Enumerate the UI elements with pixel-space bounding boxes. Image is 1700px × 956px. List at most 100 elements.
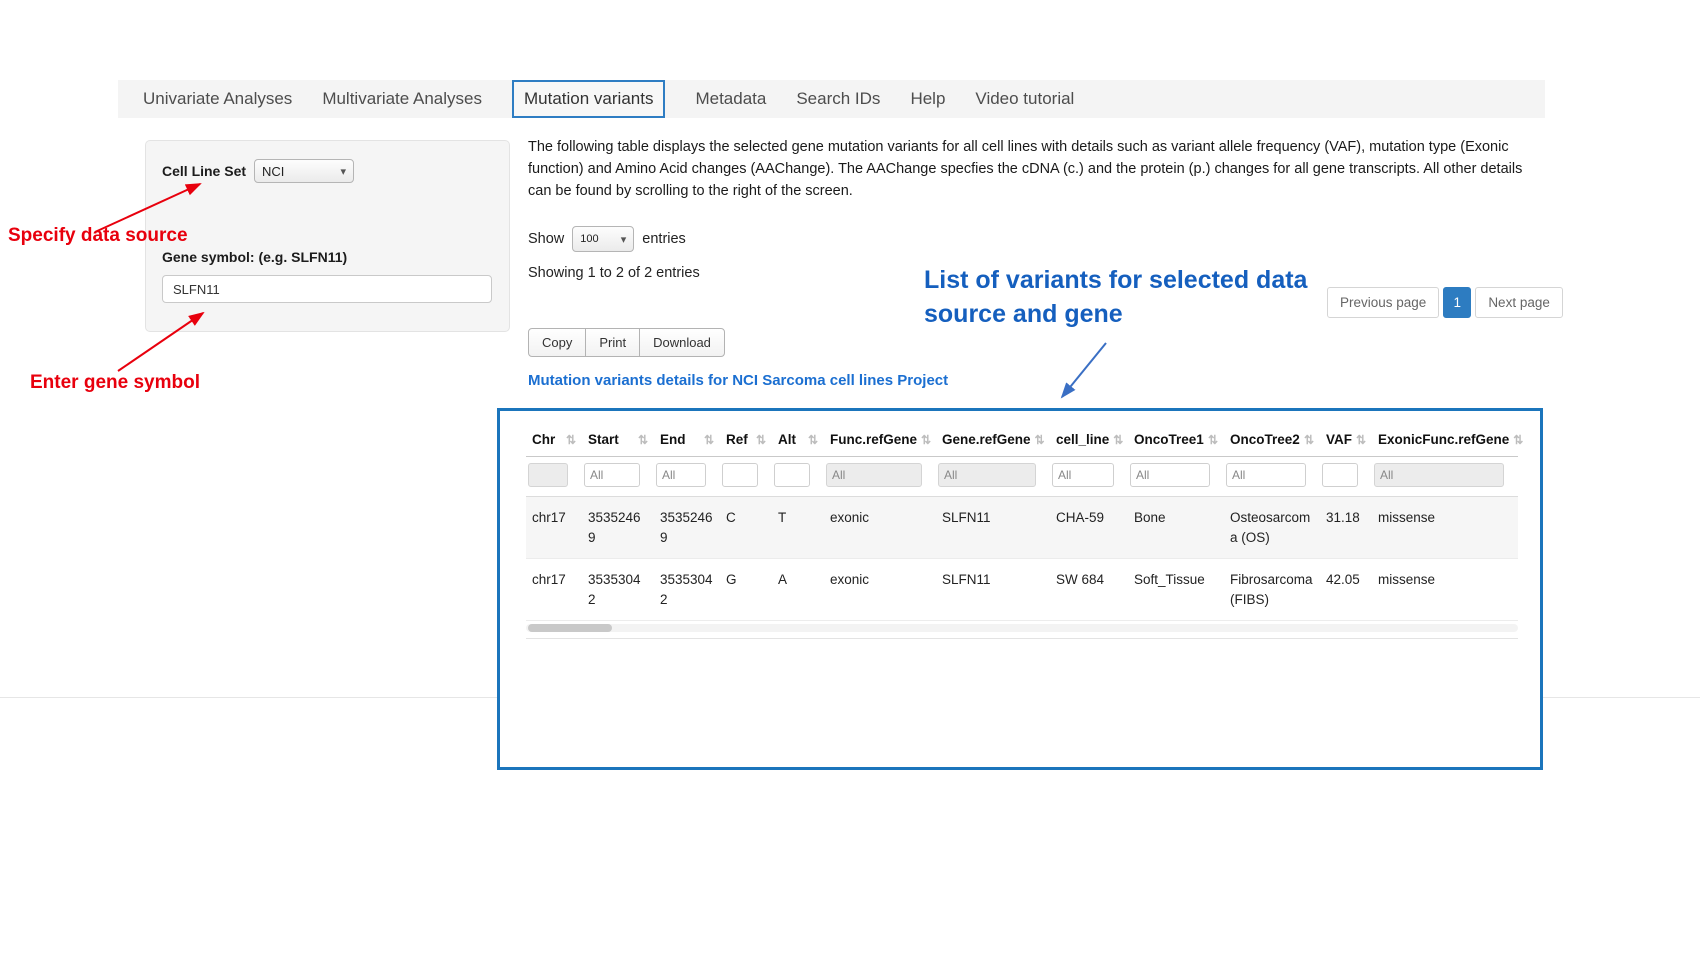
- table-cell: SLFN11: [936, 497, 1050, 559]
- column-header-oncotree1[interactable]: OncoTree1⇅: [1128, 423, 1224, 457]
- sort-icon[interactable]: ⇅: [1304, 433, 1314, 447]
- variants-table-container: Chr⇅Start⇅End⇅Ref⇅Alt⇅Func.refGene⇅Gene.…: [497, 408, 1543, 770]
- chevron-down-icon: ▾: [341, 165, 347, 178]
- table-cell: Fibrosarcoma (FIBS): [1224, 559, 1320, 621]
- column-header-cell-line[interactable]: cell_line⇅: [1050, 423, 1128, 457]
- sort-icon[interactable]: ⇅: [1356, 433, 1366, 447]
- show-label: Show: [528, 231, 564, 247]
- column-filter-start[interactable]: [584, 463, 640, 487]
- gene-symbol-input[interactable]: [162, 275, 492, 303]
- column-filter-chr[interactable]: [528, 463, 568, 487]
- tab-video-tutorial[interactable]: Video tutorial: [975, 89, 1074, 109]
- filter-cell: [1372, 457, 1518, 497]
- next-page-button[interactable]: Next page: [1475, 287, 1563, 318]
- cell-line-set-select[interactable]: NCI ▾: [254, 159, 354, 183]
- column-filter-oncotree2[interactable]: [1226, 463, 1306, 487]
- column-header-oncotree2[interactable]: OncoTree2 ⇅: [1224, 423, 1320, 457]
- current-page-button[interactable]: 1: [1443, 287, 1471, 318]
- sort-icon[interactable]: ⇅: [1513, 433, 1523, 447]
- column-filter-ref[interactable]: [722, 463, 758, 487]
- filter-cell: [654, 457, 720, 497]
- tab-univariate-analyses[interactable]: Univariate Analyses: [143, 89, 292, 109]
- sort-icon[interactable]: ⇅: [638, 433, 648, 447]
- column-header-end[interactable]: End⇅: [654, 423, 720, 457]
- scrollbar-thumb[interactable]: [528, 624, 612, 632]
- sort-icon[interactable]: ⇅: [1035, 433, 1045, 447]
- sort-icon[interactable]: ⇅: [1208, 433, 1218, 447]
- gene-symbol-label: Gene symbol: (e.g. SLFN11): [162, 249, 493, 265]
- column-label: OncoTree2: [1230, 432, 1300, 447]
- input-panel: Cell Line Set NCI ▾ Gene symbol: (e.g. S…: [145, 140, 510, 332]
- table-cell: Osteosarcoma (OS): [1224, 497, 1320, 559]
- sort-icon[interactable]: ⇅: [921, 433, 931, 447]
- sort-icon[interactable]: ⇅: [566, 433, 576, 447]
- column-header-ref[interactable]: Ref⇅: [720, 423, 772, 457]
- copy-button[interactable]: Copy: [528, 328, 586, 357]
- column-header-func-refgene[interactable]: Func.refGene ⇅: [824, 423, 936, 457]
- tab-mutation-variants[interactable]: Mutation variants: [512, 80, 665, 118]
- column-filter-end[interactable]: [656, 463, 706, 487]
- table-cell: 42.05: [1320, 559, 1372, 621]
- variants-table: Chr⇅Start⇅End⇅Ref⇅Alt⇅Func.refGene⇅Gene.…: [526, 423, 1518, 621]
- pagination: Previous page 1 Next page: [1327, 287, 1563, 318]
- filter-cell: [720, 457, 772, 497]
- column-header-start[interactable]: Start ⇅: [582, 423, 654, 457]
- column-label: Gene.refGene: [942, 432, 1031, 447]
- tab-search-ids[interactable]: Search IDs: [796, 89, 880, 109]
- filter-cell: [824, 457, 936, 497]
- export-button-group: Copy Print Download: [528, 328, 725, 357]
- table-cell: 35353042: [582, 559, 654, 621]
- table-row[interactable]: chr173535304235353042GAexonicSLFN11SW 68…: [526, 559, 1518, 621]
- table-cell: missense: [1372, 559, 1518, 621]
- column-label: VAF: [1326, 432, 1352, 447]
- column-label: Alt: [778, 432, 796, 447]
- previous-page-button[interactable]: Previous page: [1327, 287, 1439, 318]
- column-filter-vaf[interactable]: [1322, 463, 1358, 487]
- filter-cell: [1050, 457, 1128, 497]
- tab-help[interactable]: Help: [910, 89, 945, 109]
- table-cell: 35352469: [654, 497, 720, 559]
- tab-metadata[interactable]: Metadata: [695, 89, 766, 109]
- column-header-exonicfunc-refgene[interactable]: ExonicFunc.refGene⇅: [1372, 423, 1518, 457]
- filter-cell: [772, 457, 824, 497]
- table-cell: exonic: [824, 559, 936, 621]
- entries-label: entries: [642, 231, 686, 247]
- column-header-gene-refgene[interactable]: Gene.refGene ⇅: [936, 423, 1050, 457]
- column-filter-alt[interactable]: [774, 463, 810, 487]
- column-label: Start: [588, 432, 619, 447]
- column-filter-cell-line[interactable]: [1052, 463, 1114, 487]
- table-cell: SW 684: [1050, 559, 1128, 621]
- sort-icon[interactable]: ⇅: [756, 433, 766, 447]
- entries-value: 100: [580, 233, 598, 245]
- table-cell: T: [772, 497, 824, 559]
- table-caption: Mutation variants details for NCI Sarcom…: [528, 372, 948, 389]
- column-header-chr[interactable]: Chr⇅: [526, 423, 582, 457]
- table-description: The following table displays the selecte…: [528, 137, 1528, 202]
- table-cell: exonic: [824, 497, 936, 559]
- table-cell: G: [720, 559, 772, 621]
- table-row[interactable]: chr173535246935352469CTexonicSLFN11CHA-5…: [526, 497, 1518, 559]
- column-filter-oncotree1[interactable]: [1130, 463, 1210, 487]
- column-filter-func-refgene[interactable]: [826, 463, 922, 487]
- table-cell: missense: [1372, 497, 1518, 559]
- column-filter-exonicfunc-refgene[interactable]: [1374, 463, 1504, 487]
- print-button[interactable]: Print: [585, 328, 640, 357]
- column-header-alt[interactable]: Alt ⇅: [772, 423, 824, 457]
- filter-cell: [1128, 457, 1224, 497]
- show-entries-control: Show 100 ▾ entries: [528, 226, 686, 252]
- tab-multivariate-analyses[interactable]: Multivariate Analyses: [322, 89, 482, 109]
- sort-icon[interactable]: ⇅: [704, 433, 714, 447]
- column-label: Func.refGene: [830, 432, 917, 447]
- filter-cell: [582, 457, 654, 497]
- sort-icon[interactable]: ⇅: [808, 433, 818, 447]
- column-header-vaf[interactable]: VAF ⇅: [1320, 423, 1372, 457]
- sort-icon[interactable]: ⇅: [1113, 433, 1123, 447]
- table-cell: Soft_Tissue: [1128, 559, 1224, 621]
- column-filter-gene-refgene[interactable]: [938, 463, 1036, 487]
- table-cell: CHA-59: [1050, 497, 1128, 559]
- horizontal-scrollbar[interactable]: [526, 624, 1518, 632]
- showing-entries-status: Showing 1 to 2 of 2 entries: [528, 265, 700, 281]
- download-button[interactable]: Download: [639, 328, 725, 357]
- filter-cell: [936, 457, 1050, 497]
- entries-select[interactable]: 100 ▾: [572, 226, 634, 252]
